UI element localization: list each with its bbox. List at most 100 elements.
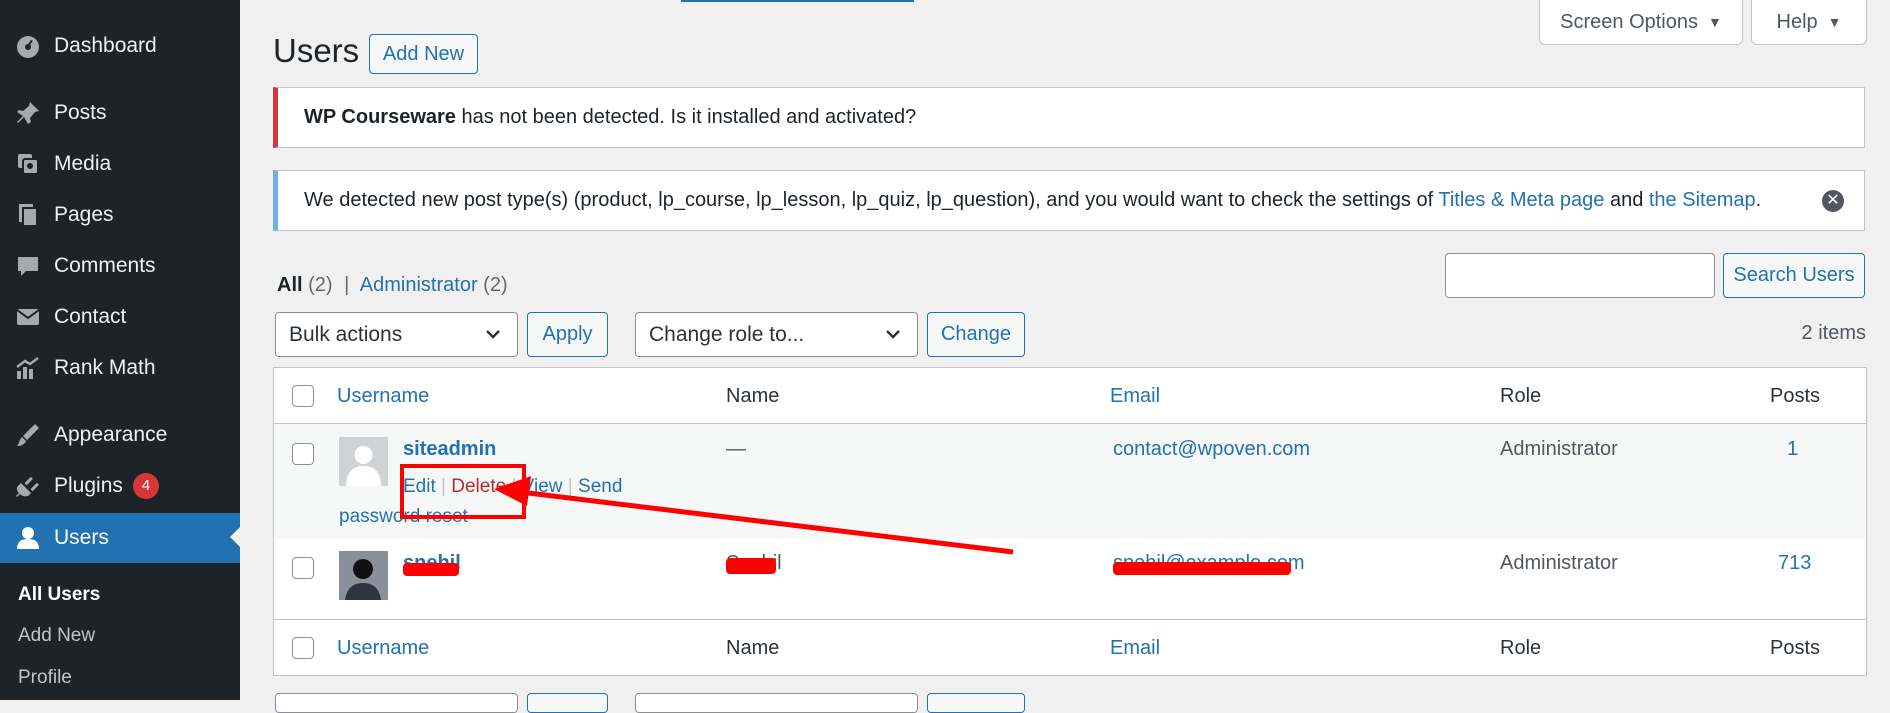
sidebar-item-pages[interactable]: Pages <box>0 191 240 239</box>
bulk-actions-select-bottom[interactable] <box>275 693 518 713</box>
caret-down-icon: ▼ <box>1827 14 1842 30</box>
plug-icon <box>13 471 43 501</box>
chart-icon <box>13 353 43 383</box>
send-password-reset-link-continued[interactable]: password reset <box>339 506 468 527</box>
search-users-button[interactable]: Search Users <box>1723 253 1865 298</box>
notice-error-message: has not been detected. Is it installed a… <box>455 106 917 128</box>
apply-button-bottom[interactable] <box>527 693 608 713</box>
submenu-all-users[interactable]: All Users <box>18 584 100 606</box>
select-all-checkbox[interactable] <box>292 637 314 659</box>
notice-info-text-2: and <box>1604 189 1649 211</box>
change-role-select[interactable]: Change role to... <box>635 312 918 357</box>
column-username[interactable]: Username <box>337 385 429 408</box>
sidebar-item-label: Dashboard <box>54 34 157 57</box>
sidebar-item-label: Comments <box>54 254 156 277</box>
sidebar-item-label: Pages <box>54 203 114 226</box>
sidebar-item-media[interactable]: Media <box>0 140 240 188</box>
filter-administrator-count: (2) <box>483 274 508 296</box>
sitemap-link[interactable]: the Sitemap <box>1649 189 1756 211</box>
help-button[interactable]: Help ▼ <box>1751 0 1867 45</box>
sidebar-item-label: Plugins <box>54 474 123 497</box>
change-role-button[interactable]: Change <box>927 312 1025 357</box>
sidebar-item-label: Appearance <box>54 423 168 446</box>
add-new-button[interactable]: Add New <box>369 34 478 74</box>
column-posts: Posts <box>1770 385 1821 407</box>
change-role-select-bottom[interactable] <box>635 693 918 713</box>
filter-separator: | <box>344 274 350 296</box>
apply-button[interactable]: Apply <box>527 312 608 357</box>
submenu-profile[interactable]: Profile <box>18 667 72 689</box>
admin-sidebar: Dashboard Posts Media Pages Comments Con… <box>0 0 240 700</box>
help-label: Help <box>1776 10 1818 33</box>
column-email[interactable]: Email <box>1110 637 1160 660</box>
pages-icon <box>13 200 43 230</box>
sidebar-item-plugins[interactable]: Plugins 4 <box>0 462 240 510</box>
row-actions: Edit | Delete | View | Send password res… <box>339 472 639 532</box>
dismiss-notice-icon[interactable]: ✕ <box>1822 189 1844 212</box>
screen-options-label: Screen Options <box>1560 10 1698 33</box>
change-role-value: Change role to... <box>649 322 805 346</box>
chevron-down-icon <box>886 330 900 339</box>
delete-link[interactable]: Delete <box>451 476 506 497</box>
mail-icon <box>13 302 43 332</box>
name-value: — <box>726 438 746 460</box>
action-separator: | <box>567 476 573 497</box>
chevron-down-icon <box>486 330 500 339</box>
row-checkbox[interactable] <box>292 557 314 579</box>
filter-all-count: (2) <box>308 274 333 296</box>
notice-error: WP Courseware has not been detected. Is … <box>273 87 1865 148</box>
posts-count-link[interactable]: 713 <box>1778 552 1811 575</box>
role-value: Administrator <box>1500 552 1618 574</box>
filter-administrator-link[interactable]: Administrator <box>360 274 478 296</box>
sidebar-item-rank-math[interactable]: Rank Math <box>0 344 240 392</box>
caret-down-icon: ▼ <box>1708 14 1722 30</box>
send-password-reset-link[interactable]: Send <box>578 476 622 497</box>
bulk-actions-value: Bulk actions <box>289 322 403 346</box>
column-email[interactable]: Email <box>1110 385 1160 408</box>
column-username[interactable]: Username <box>337 637 429 660</box>
sidebar-item-label: Contact <box>54 305 127 328</box>
sidebar-item-appearance[interactable]: Appearance <box>0 411 240 459</box>
sidebar-item-label: Rank Math <box>54 356 156 379</box>
table-footer-row: Username Name Email Role Posts <box>274 619 1866 675</box>
sidebar-item-dashboard[interactable]: Dashboard <box>0 22 240 70</box>
notice-error-text: WP Courseware has not been detected. Is … <box>304 106 916 129</box>
filter-all-link[interactable]: All <box>277 274 303 296</box>
brush-icon <box>13 420 43 450</box>
email-link[interactable]: contact@wpoven.com <box>1113 438 1310 461</box>
titles-meta-link[interactable]: Titles & Meta page <box>1438 189 1604 211</box>
sidebar-item-contact[interactable]: Contact <box>0 293 240 341</box>
sidebar-item-label: Users <box>54 526 109 549</box>
column-name: Name <box>726 637 780 659</box>
sidebar-item-label: Posts <box>54 101 107 124</box>
edit-link[interactable]: Edit <box>403 476 436 497</box>
change-role-button-bottom[interactable] <box>927 693 1025 713</box>
table-header-row: Username Name Email Role Posts <box>274 368 1866 424</box>
sidebar-item-label: Media <box>54 152 112 175</box>
column-role: Role <box>1500 385 1542 407</box>
sidebar-item-comments[interactable]: Comments <box>0 242 240 290</box>
bulk-actions-select[interactable]: Bulk actions <box>275 312 518 357</box>
submenu-add-new[interactable]: Add New <box>18 625 95 647</box>
sidebar-item-posts[interactable]: Posts <box>0 89 240 137</box>
update-count-badge: 4 <box>132 473 159 499</box>
sidebar-item-users[interactable]: Users <box>0 513 240 563</box>
table-row: siteadmin Edit | Delete | View | Send pa… <box>274 424 1866 539</box>
select-all-checkbox[interactable] <box>292 385 314 407</box>
column-posts: Posts <box>1770 637 1821 659</box>
row-checkbox[interactable] <box>292 443 314 465</box>
table-row: snehil Snehil snehil@example.com Adminis… <box>274 539 1866 619</box>
view-link[interactable]: View <box>522 476 563 497</box>
column-name: Name <box>726 385 780 407</box>
pin-icon <box>13 98 43 128</box>
username-link[interactable]: siteadmin <box>403 438 496 461</box>
page-title: Users <box>273 32 360 69</box>
role-filter-links: All (2) | Administrator (2) <box>277 274 508 297</box>
posts-count-link[interactable]: 1 <box>1787 438 1798 461</box>
search-input[interactable] <box>1445 253 1715 298</box>
users-table: Username Name Email Role Posts siteadmin… <box>273 367 1867 676</box>
redaction-mark <box>726 558 776 574</box>
screen-options-button[interactable]: Screen Options ▼ <box>1539 0 1743 45</box>
media-icon <box>13 149 43 179</box>
comment-icon <box>13 251 43 281</box>
